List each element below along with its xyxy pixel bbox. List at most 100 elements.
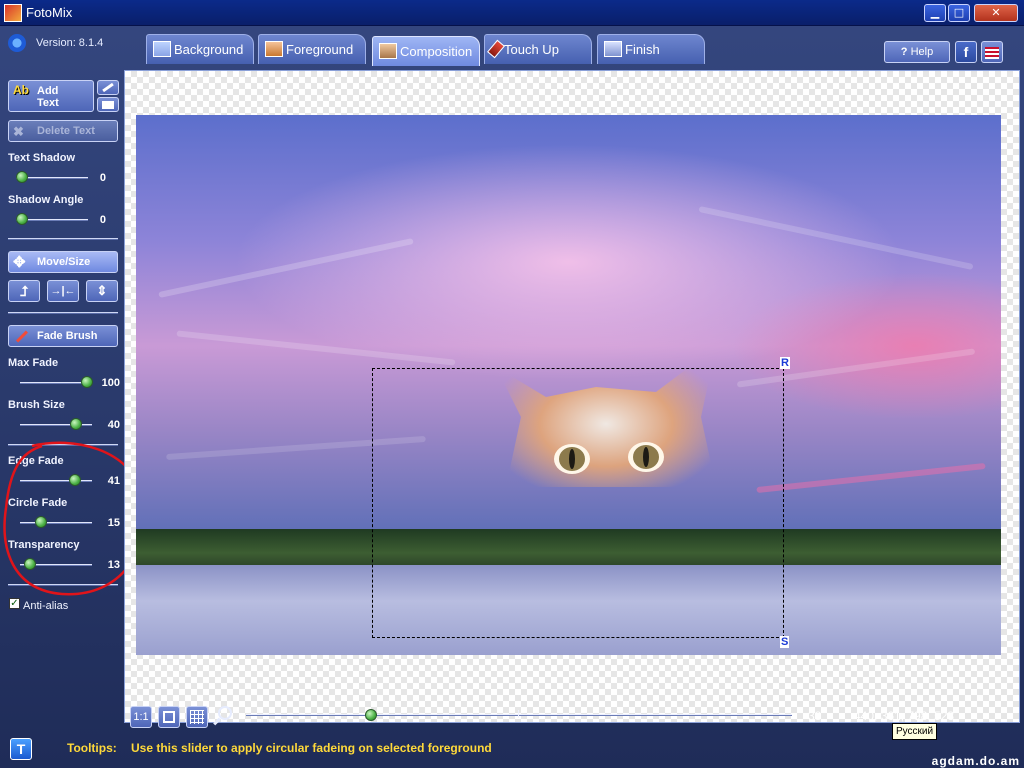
tooltips-label: Tooltips: — [67, 741, 117, 755]
transparency-value: 13 — [107, 559, 120, 571]
abc-icon: Ab — [13, 83, 29, 97]
tab-label: Background — [174, 42, 244, 57]
delete-text-button[interactable]: ✖ Delete Text — [8, 120, 118, 142]
anti-alias-checkbox[interactable]: ✓ — [9, 598, 20, 609]
text-box-button[interactable] — [97, 97, 119, 112]
tab-label: Finish — [625, 42, 660, 57]
scale-handle[interactable]: S — [780, 636, 790, 648]
max-fade-value: 100 — [101, 377, 120, 389]
settings-gear-icon[interactable] — [8, 34, 26, 52]
tab-foreground[interactable]: Foreground — [258, 34, 366, 64]
brush-size-label: Brush Size — [8, 399, 65, 411]
tab-composition[interactable]: Composition — [372, 36, 480, 66]
save-icon — [604, 41, 622, 57]
grid-button[interactable] — [186, 706, 208, 728]
circle-fade-slider[interactable] — [35, 516, 47, 528]
transparency-label: Transparency — [8, 539, 80, 551]
zoom-slider[interactable] — [365, 709, 377, 721]
watermark: agdam.do.am — [931, 754, 1020, 768]
tab-background[interactable]: Background — [146, 34, 254, 64]
edit-text-button[interactable] — [97, 80, 119, 95]
facebook-icon[interactable]: f — [955, 41, 977, 63]
tab-touch-up[interactable]: Touch Up — [484, 34, 592, 64]
window-title: FotoMix — [26, 5, 73, 20]
flip-arrow-icon: ⮥ — [19, 283, 29, 299]
text-shadow-value: 0 — [99, 172, 106, 184]
grid-icon — [190, 710, 204, 724]
zoom-center-tick — [518, 710, 519, 718]
composition-canvas[interactable]: R S — [124, 70, 1020, 723]
mirror-vertical-icon: ⇕ — [96, 283, 108, 298]
move-size-button[interactable]: ✥ Move/Size — [8, 251, 118, 273]
brush-icon — [487, 39, 505, 59]
composition-icon — [379, 43, 397, 59]
brush-size-slider[interactable] — [70, 418, 82, 430]
zoom-actual-size-button[interactable]: 1:1 — [130, 706, 152, 728]
mirror-horizontal-button[interactable]: →|← — [47, 280, 79, 302]
move-arrows-icon: ✥ — [13, 254, 26, 271]
tab-label: Foreground — [286, 42, 354, 57]
circle-fade-label: Circle Fade — [8, 497, 68, 509]
circle-fade-value: 15 — [107, 517, 120, 529]
move-size-label: Move/Size — [37, 256, 91, 268]
shadow-angle-label: Shadow Angle — [8, 194, 84, 206]
landscape-icon — [153, 41, 171, 57]
selection-box[interactable] — [372, 368, 784, 638]
text-tool-icon[interactable]: T — [10, 738, 32, 760]
tab-label: Composition — [400, 44, 473, 59]
text-shadow-label: Text Shadow — [8, 152, 76, 164]
brush-size-value: 40 — [107, 419, 120, 431]
mirror-horizontal-icon: →|← — [50, 285, 76, 297]
delete-x-icon: ✖ — [13, 124, 24, 139]
delete-text-label: Delete Text — [37, 125, 95, 137]
shadow-angle-slider[interactable] — [16, 213, 28, 225]
language-tooltip: Русский — [892, 723, 938, 740]
add-text-button[interactable]: Ab Add Text — [8, 80, 94, 112]
add-text-label: Add Text — [37, 85, 59, 109]
help-label: Help — [910, 46, 934, 58]
rotate-handle[interactable]: R — [780, 357, 790, 369]
fit-icon — [163, 711, 175, 723]
text-box-icon — [102, 101, 114, 109]
brush-icon — [15, 330, 29, 343]
magnifier-icon — [218, 706, 232, 720]
edge-fade-label: Edge Fade — [8, 455, 64, 467]
divider — [8, 444, 118, 446]
edge-fade-slider[interactable] — [69, 474, 81, 486]
left-panel: Ab Add Text ✖ Delete Text Text Shadow 0 S… — [6, 74, 120, 724]
fade-brush-button[interactable]: Fade Brush — [8, 325, 118, 347]
version-info: Version: 8.1.4 — [8, 34, 103, 52]
zoom-track[interactable] — [246, 714, 792, 716]
text-shadow-slider[interactable] — [16, 171, 28, 183]
composite-photo[interactable]: R S — [136, 115, 1001, 655]
language-flag-icon[interactable] — [981, 41, 1003, 63]
max-fade-label: Max Fade — [8, 357, 59, 369]
maximize-button[interactable]: □ — [948, 4, 970, 22]
transparency-slider[interactable] — [24, 558, 36, 570]
divider — [8, 584, 118, 586]
mirror-vertical-button[interactable]: ⇕ — [86, 280, 118, 302]
edge-fade-track[interactable] — [20, 480, 92, 482]
tab-label: Touch Up — [504, 42, 559, 57]
portrait-icon — [265, 41, 283, 57]
divider — [8, 312, 118, 314]
edge-fade-value: 41 — [107, 475, 120, 487]
app-icon — [4, 4, 22, 22]
divider — [8, 238, 118, 240]
shadow-angle-value: 0 — [99, 214, 106, 226]
zoom-fit-button[interactable] — [158, 706, 180, 728]
minimize-button[interactable]: ▁ — [924, 4, 946, 22]
anti-alias-label: Anti-alias — [23, 600, 69, 612]
flip-button[interactable]: ⮥ — [8, 280, 40, 302]
circle-fade-track[interactable] — [20, 522, 92, 524]
help-button[interactable]: ? Help — [884, 41, 950, 63]
tooltip-text: Use this slider to apply circular fadein… — [131, 741, 492, 755]
main-frame: Version: 8.1.4 Background Foreground Com… — [0, 26, 1024, 768]
title-bar: FotoMix ▁ □ ✕ — [0, 0, 1024, 26]
fade-brush-label: Fade Brush — [37, 330, 98, 342]
tab-finish[interactable]: Finish — [597, 34, 705, 64]
zoom-value: -38 — [804, 709, 822, 723]
close-button[interactable]: ✕ — [974, 4, 1018, 22]
question-icon: ? — [900, 46, 911, 58]
pencil-icon — [102, 82, 114, 93]
